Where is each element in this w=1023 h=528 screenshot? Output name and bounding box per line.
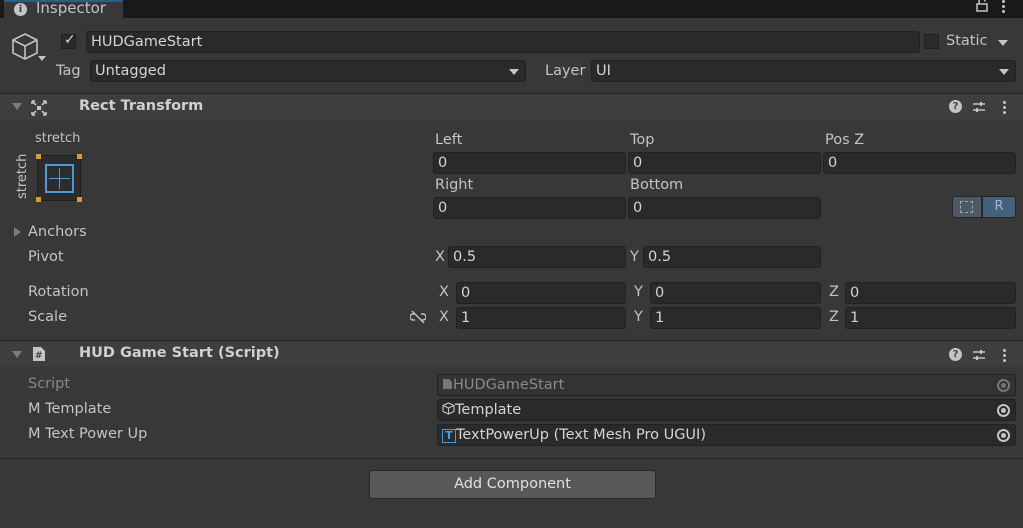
prefab-cube-icon <box>442 402 455 415</box>
rect-transform-icon <box>31 100 47 116</box>
scale-y-label: Y <box>634 309 643 325</box>
help-icon[interactable]: ? <box>949 348 962 361</box>
inspector-window: i Inspector ✓ HUDGameStart Static Tag Un… <box>0 0 1023 528</box>
window-menu-icon[interactable] <box>1002 0 1006 15</box>
static-dropdown-arrow-icon[interactable] <box>998 40 1008 46</box>
posz-label: Pos Z <box>825 132 865 148</box>
lock-icon[interactable] <box>975 0 989 12</box>
rotation-z-label: Z <box>829 284 839 300</box>
template-label: M Template <box>28 401 112 417</box>
script-component-header[interactable]: # HUD Game Start (Script) ? <box>0 341 1023 367</box>
pivot-x-label: X <box>435 249 445 265</box>
bottom-label: Bottom <box>630 177 684 193</box>
blueprint-mode-button[interactable] <box>952 196 982 218</box>
rotation-y-label: Y <box>634 284 643 300</box>
stretch-stretch-icon <box>45 164 74 193</box>
script-value: HUDGameStart <box>453 377 565 393</box>
anchor-corner-icon <box>36 197 41 202</box>
pivot-label: Pivot <box>28 249 64 265</box>
script-label: Script <box>28 376 71 392</box>
layer-value: UI <box>596 63 611 79</box>
divider <box>0 458 1023 459</box>
scale-x-field[interactable]: 1 <box>456 307 626 329</box>
anchor-preset-side-label: stretch <box>15 153 30 199</box>
active-checkbox[interactable]: ✓ <box>61 32 76 49</box>
chevron-down-icon <box>509 69 519 75</box>
template-value: Template <box>455 402 522 418</box>
gameobject-name-field[interactable]: HUDGameStart <box>86 31 920 53</box>
rotation-x-field[interactable]: 0 <box>456 282 626 304</box>
tag-label: Tag <box>56 63 81 79</box>
tab-label: Inspector <box>36 0 106 17</box>
presets-icon[interactable] <box>972 348 986 362</box>
static-label: Static <box>946 33 988 49</box>
rect-transform-header[interactable]: Rect Transform ? <box>0 94 1023 120</box>
left-field[interactable]: 0 <box>433 152 626 174</box>
anchor-presets-button[interactable] <box>36 154 82 202</box>
scale-x-label: X <box>439 309 449 325</box>
static-checkbox[interactable] <box>924 34 939 49</box>
add-component-button[interactable]: Add Component <box>369 470 656 499</box>
layer-label: Layer <box>545 63 586 79</box>
rotation-x-label: X <box>439 284 449 300</box>
tab-bar <box>0 0 1023 18</box>
script-field: HUDGameStart <box>437 374 1016 396</box>
template-field[interactable]: Template <box>437 399 1016 421</box>
power-up-value: TextPowerUp (Text Mesh Pro UGUI) <box>456 427 706 443</box>
rotation-z-field[interactable]: 0 <box>845 282 1016 304</box>
scale-y-field[interactable]: 1 <box>650 307 821 329</box>
presets-icon[interactable] <box>972 100 986 114</box>
checkmark-icon: ✓ <box>64 32 76 48</box>
object-picker-icon[interactable] <box>997 429 1010 442</box>
left-label: Left <box>435 132 463 148</box>
rotation-label: Rotation <box>28 284 89 300</box>
component-menu-icon[interactable] <box>1003 101 1007 116</box>
constrain-proportions-icon[interactable] <box>410 310 426 324</box>
rotation-y-field[interactable]: 0 <box>650 282 821 304</box>
icon-dropdown-arrow-icon[interactable] <box>38 56 46 61</box>
anchors-label[interactable]: Anchors <box>28 224 87 240</box>
power-up-field[interactable]: T TextPowerUp (Text Mesh Pro UGUI) <box>437 424 1016 446</box>
scale-z-field[interactable]: 1 <box>845 307 1016 329</box>
anchor-corner-icon <box>77 197 82 202</box>
script-component-title: HUD Game Start (Script) <box>79 345 280 361</box>
script-asset-icon <box>443 379 452 389</box>
tag-dropdown[interactable]: Untagged <box>90 60 526 82</box>
anchor-preset-top-label: stretch <box>35 131 81 146</box>
posz-field[interactable]: 0 <box>823 152 1016 174</box>
pivot-y-field[interactable]: 0.5 <box>643 246 821 268</box>
top-field[interactable]: 0 <box>628 152 821 174</box>
blueprint-icon <box>960 201 973 213</box>
info-icon: i <box>14 3 27 16</box>
foldout-open-icon[interactable] <box>12 351 22 358</box>
anchor-corner-icon <box>77 154 82 159</box>
power-up-label: M Text Power Up <box>28 426 148 442</box>
object-picker-icon <box>997 379 1010 392</box>
layer-dropdown[interactable]: UI <box>591 60 1016 82</box>
bottom-field[interactable]: 0 <box>628 197 821 219</box>
right-label: Right <box>435 177 474 193</box>
tag-value: Untagged <box>95 63 166 79</box>
pivot-x-field[interactable]: 0.5 <box>448 246 626 268</box>
top-label: Top <box>630 132 655 148</box>
anchors-foldout-icon[interactable] <box>14 227 21 237</box>
help-icon[interactable]: ? <box>949 100 962 113</box>
scale-label: Scale <box>28 309 68 325</box>
chevron-down-icon <box>999 69 1009 75</box>
gameobject-cube-icon[interactable] <box>10 31 40 61</box>
csharp-script-icon: # <box>33 347 45 361</box>
svg-text:#: # <box>35 351 43 361</box>
rect-transform-title: Rect Transform <box>79 98 204 114</box>
foldout-open-icon[interactable] <box>12 103 22 110</box>
object-picker-icon[interactable] <box>997 404 1010 417</box>
pivot-y-label: Y <box>630 249 639 265</box>
tab-inspector[interactable]: i Inspector <box>4 0 123 18</box>
anchor-corner-icon <box>36 154 41 159</box>
raw-edit-button[interactable]: R <box>982 196 1016 218</box>
text-mesh-pro-icon: T <box>442 429 456 443</box>
component-menu-icon[interactable] <box>1003 349 1007 364</box>
scale-z-label: Z <box>829 309 839 325</box>
right-field[interactable]: 0 <box>433 197 626 219</box>
